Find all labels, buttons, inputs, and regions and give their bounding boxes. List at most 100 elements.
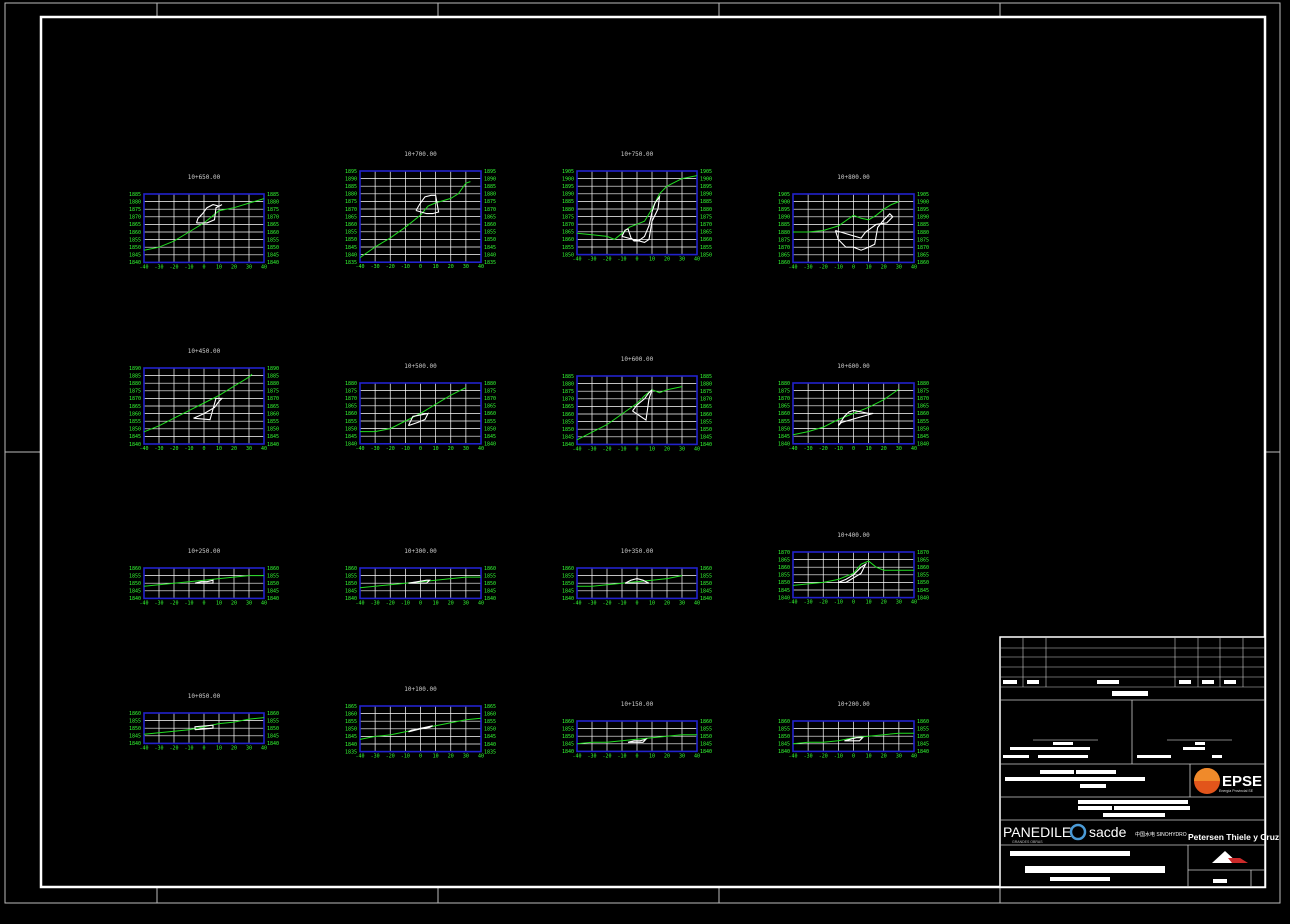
y-tick-label-right: 1840 [267,741,279,747]
y-tick-label-left: 1845 [129,734,141,740]
x-tick-label: 30 [246,264,252,270]
y-tick-label-left: 1850 [129,726,141,732]
y-tick-label-right: 1840 [267,596,279,602]
x-tick-label: -10 [617,600,626,606]
y-tick-label-right: 1845 [917,588,929,594]
y-tick-label-left: 1840 [778,595,790,601]
x-tick-label: 0 [419,264,422,270]
y-tick-label-left: 1850 [345,237,357,243]
y-tick-label-right: 1880 [267,381,279,387]
petersen-logo: Petersen Thiele y Cruz [1188,832,1279,842]
y-tick-label-right: 1850 [917,580,929,586]
y-tick-label-right: 1835 [484,749,496,755]
y-tick-label-right: 1850 [917,734,929,740]
x-tick-label: -30 [154,264,163,270]
x-tick-label: -30 [804,446,813,452]
x-tick-label: 30 [679,257,685,263]
x-tick-label: 20 [664,257,670,263]
section-station-label: 10+400.00 [837,532,870,539]
y-tick-label-left: 1905 [562,169,574,175]
y-tick-label-right: 1840 [267,442,279,448]
y-tick-label-right: 1840 [917,595,929,601]
section-station-label: 10+200.00 [837,701,870,708]
section-station-label: 10+350.00 [621,548,654,555]
x-tick-label: 30 [246,446,252,452]
x-tick-label: 0 [202,600,205,606]
y-tick-label-left: 1855 [778,573,790,579]
x-tick-label: 10 [216,745,222,751]
y-tick-label-left: 1850 [345,727,357,733]
x-tick-label: 10 [216,264,222,270]
y-tick-label-left: 1855 [129,573,141,579]
y-tick-label-right: 1875 [700,389,712,395]
x-tick-label: 0 [635,257,638,263]
y-tick-label-right: 1870 [267,215,279,221]
y-tick-label-right: 1850 [484,426,496,432]
x-tick-label: -20 [819,600,828,606]
y-tick-label-left: 1860 [345,566,357,572]
y-tick-label-left: 1855 [778,726,790,732]
y-tick-label-right: 1855 [917,573,929,579]
y-tick-label-right: 1855 [700,573,712,579]
y-tick-label-right: 1860 [917,719,929,725]
y-tick-label-left: 1860 [562,719,574,725]
x-tick-label: 20 [881,446,887,452]
y-tick-label-right: 1850 [484,581,496,587]
y-tick-label-left: 1840 [778,749,790,755]
y-tick-label-left: 1860 [345,222,357,228]
y-tick-label-left: 1870 [345,207,357,213]
x-tick-label: 0 [419,600,422,606]
y-tick-label-left: 1895 [345,169,357,175]
y-tick-label-left: 1840 [345,596,357,602]
y-tick-label-left: 1880 [345,192,357,198]
x-tick-label: 0 [202,264,205,270]
x-tick-label: 10 [649,257,655,263]
y-tick-label-right: 1855 [700,245,712,251]
y-tick-label-left: 1875 [778,388,790,394]
x-tick-label: 30 [896,753,902,759]
y-tick-label-left: 1880 [778,230,790,236]
y-tick-label-left: 1865 [345,704,357,710]
y-tick-label-left: 1895 [562,184,574,190]
x-tick-label: 20 [664,753,670,759]
y-tick-label-right: 1840 [484,596,496,602]
y-tick-label-right: 1875 [484,199,496,205]
x-tick-label: 0 [852,753,855,759]
y-tick-label-right: 1845 [700,589,712,595]
x-tick-label: 30 [896,446,902,452]
y-tick-label-left: 1855 [129,419,141,425]
x-tick-label: 30 [463,754,469,760]
y-tick-label-right: 1855 [917,726,929,732]
y-tick-label-left: 1860 [129,566,141,572]
y-tick-label-right: 1870 [917,396,929,402]
y-tick-label-left: 1835 [345,260,357,266]
y-tick-label-left: 1845 [345,734,357,740]
y-tick-label-right: 1845 [267,434,279,440]
x-tick-label: 20 [881,753,887,759]
y-tick-label-left: 1845 [129,434,141,440]
y-tick-label-right: 1880 [484,192,496,198]
y-tick-label-right: 1855 [267,718,279,724]
x-tick-label: 20 [664,446,670,452]
y-tick-label-left: 1880 [778,381,790,387]
x-tick-label: 10 [433,600,439,606]
section-station-label: 10+800.00 [837,174,870,181]
x-tick-label: -30 [154,446,163,452]
panedile-logo: PANEDILE [1003,824,1071,840]
x-tick-label: 10 [866,446,872,452]
y-tick-label-left: 1870 [778,396,790,402]
y-tick-label-left: 1840 [562,749,574,755]
y-tick-label-right: 1880 [917,381,929,387]
y-tick-label-left: 1835 [345,749,357,755]
y-tick-label-left: 1855 [345,419,357,425]
y-tick-label-left: 1840 [562,442,574,448]
y-tick-label-right: 1840 [700,442,712,448]
y-tick-label-left: 1855 [345,230,357,236]
y-tick-label-right: 1870 [917,245,929,251]
y-tick-label-left: 1850 [562,734,574,740]
x-tick-label: 0 [635,600,638,606]
y-tick-label-left: 1865 [778,404,790,410]
x-tick-label: 20 [664,600,670,606]
y-tick-label-right: 1860 [484,222,496,228]
y-tick-label-right: 1860 [267,566,279,572]
